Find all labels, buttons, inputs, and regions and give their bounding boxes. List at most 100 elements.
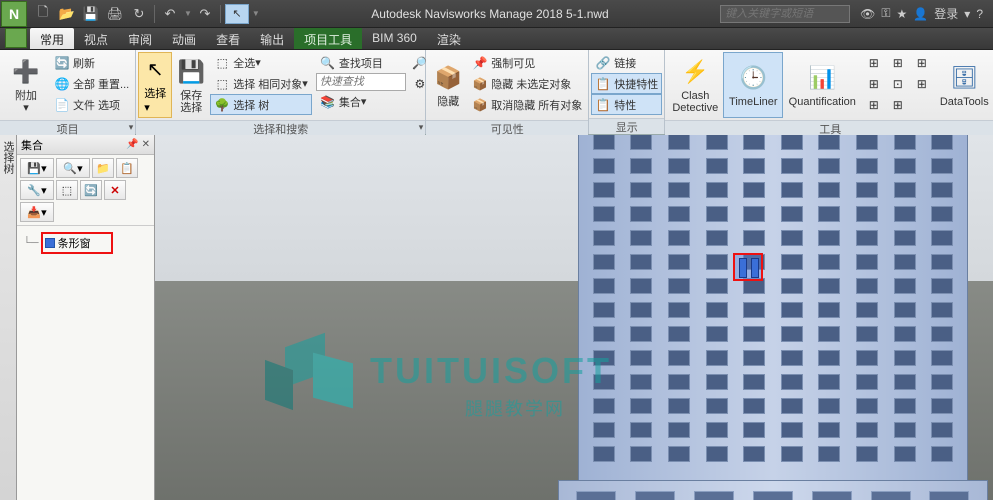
quick-properties-button[interactable]: 📋快捷特性 — [591, 73, 662, 94]
selection-tree-button[interactable]: 🌳选择 树 — [210, 94, 312, 115]
tool-g-button[interactable]: ⊞ — [863, 94, 887, 115]
sets-delete-button[interactable]: ✕ — [104, 180, 126, 200]
tab-animation[interactable]: 动画 — [162, 28, 206, 49]
select-same-button[interactable]: ⬚选择 相同对象 ▾ — [210, 73, 312, 94]
save-selection-button[interactable]: 💾 保存 选择 — [172, 52, 210, 118]
refresh-button[interactable]: 🔄刷新 — [50, 52, 133, 73]
file-options-button[interactable]: 📄文件 选项 — [50, 94, 133, 115]
qat-print-icon[interactable]: 🖨 — [104, 4, 126, 24]
titlebar: N 🗋 📂 💾 🖨 ↻ ↶▼ ↷ ↖▼ Autodesk Navisworks … — [0, 0, 993, 28]
tree-item-selection-set[interactable]: 条形窗 — [41, 232, 113, 254]
qat-new-icon[interactable]: 🗋 — [32, 4, 54, 24]
properties-button[interactable]: 📋特性 — [591, 94, 662, 115]
tab-render[interactable]: 渲染 — [427, 28, 471, 49]
binoculars-icon[interactable]: 👁 — [860, 7, 875, 21]
dropdown-icon[interactable]: ▼ — [252, 9, 260, 18]
panel-title-select: 选择和搜索▾ — [136, 120, 425, 136]
cursor-icon: ↖ — [139, 53, 171, 85]
key-icon[interactable]: ⚿ — [881, 6, 890, 21]
tab-viewpoint[interactable]: 视点 — [74, 28, 118, 49]
pin-icon[interactable]: 📌 — [126, 139, 138, 150]
building-model — [558, 135, 988, 500]
hide-icon: 📦 — [432, 62, 464, 94]
hide-un-icon: 📦 — [472, 76, 488, 92]
append-button[interactable]: ➕ 附加▾ — [2, 52, 50, 118]
select-cursor-button[interactable]: ↖ — [225, 4, 249, 24]
tool-c-button[interactable]: ⊞ — [911, 52, 935, 73]
expand-icon[interactable]: ▾ — [964, 7, 970, 21]
sets-panel-title: 集合 — [21, 137, 43, 153]
grid-a-icon: ⊞ — [867, 55, 880, 71]
tab-view[interactable]: 查看 — [206, 28, 250, 49]
require-visible-button[interactable]: 📌强制可见 — [468, 52, 586, 73]
sets-import-button[interactable]: 📥▾ — [20, 202, 54, 222]
help-search-input[interactable] — [720, 5, 850, 23]
quick-find-input[interactable] — [316, 73, 406, 91]
tool-b-button[interactable]: ⊞ — [887, 52, 911, 73]
qat-redo-icon[interactable]: ↷ — [194, 4, 216, 24]
datatools-button[interactable]: 🗄 DataTools — [935, 52, 993, 118]
reset-all-button[interactable]: 🌐全部 重置... — [50, 73, 133, 94]
panel-title-project: 项目▾ — [0, 120, 135, 136]
links-button[interactable]: 🔗链接 — [591, 52, 662, 73]
panel-select-search: ↖ 选择▾ 💾 保存 选择 ⬚全选 ▾ ⬚选择 相同对象 ▾ 🌳选择 树 🔍查找… — [136, 50, 426, 134]
qat-refresh-icon[interactable]: ↻ — [128, 4, 150, 24]
sets-panel-header[interactable]: 集合 📌 ✕ — [17, 135, 154, 155]
tab-common[interactable]: 常用 — [30, 28, 74, 49]
tab-output[interactable]: 输出 — [250, 28, 294, 49]
login-link[interactable]: 登录 — [934, 5, 958, 22]
viewport-3d[interactable]: TUITUISOFT 腿腿教学网 — [155, 135, 993, 500]
hide-button[interactable]: 📦 隐藏 — [428, 52, 468, 118]
app-menu-button[interactable] — [5, 28, 27, 48]
grid-b-icon: ⊞ — [891, 55, 904, 71]
sets-select-button[interactable]: ⬚ — [56, 180, 78, 200]
close-icon[interactable]: ✕ — [142, 139, 150, 150]
selection-tree-tab[interactable]: 选择树 — [0, 135, 17, 500]
expand-icon[interactable]: ▾ — [129, 122, 134, 133]
sets-copy-button[interactable]: 📋 — [116, 158, 138, 178]
help-icon[interactable]: ? — [976, 7, 983, 21]
expand-icon[interactable]: ▾ — [419, 122, 424, 133]
prop-icon: 📋 — [595, 97, 611, 113]
tool-a-button[interactable]: ⊞ — [863, 52, 887, 73]
selected-window-highlight[interactable] — [733, 253, 763, 281]
user-icon[interactable]: 👤 — [913, 7, 928, 21]
tool-e-button[interactable]: ⊡ — [887, 73, 911, 94]
append-icon: ➕ — [10, 56, 42, 88]
timeliner-button[interactable]: 🕒 TimeLiner — [723, 52, 783, 118]
grid-e-icon: ⊡ — [891, 76, 904, 92]
hide-unselected-button[interactable]: 📦隐藏 未选定对象 — [468, 73, 586, 94]
sets-save-button[interactable]: 💾▾ — [20, 158, 54, 178]
qat-undo-icon[interactable]: ↶ — [159, 4, 181, 24]
sets-refresh-button[interactable]: 🔄 — [80, 180, 102, 200]
reset-icon: 🌐 — [54, 76, 70, 92]
select-button[interactable]: ↖ 选择▾ — [138, 52, 172, 118]
sets-folder-button[interactable]: 📁 — [92, 158, 114, 178]
qat-open-icon[interactable]: 📂 — [56, 4, 78, 24]
tool-f-button[interactable]: ⊞ — [911, 73, 935, 94]
qat-save-icon[interactable]: 💾 — [80, 4, 102, 24]
sets-search-button[interactable]: 🔍▾ — [56, 158, 90, 178]
tab-bim360[interactable]: BIM 360 — [362, 28, 427, 49]
panel-tools: ⚡ Clash Detective 🕒 TimeLiner 📊 Quantifi… — [665, 50, 993, 134]
app-logo[interactable]: N — [1, 1, 27, 27]
star-icon[interactable]: ★ — [897, 7, 908, 21]
tab-project-tools[interactable]: 项目工具 — [294, 28, 362, 49]
dropdown-icon[interactable]: ▼ — [184, 9, 192, 18]
panel-visibility: 📦 隐藏 📌强制可见 📦隐藏 未选定对象 📦取消隐藏 所有对象 可见性 — [426, 50, 589, 134]
tab-review[interactable]: 审阅 — [118, 28, 162, 49]
tool-d-button[interactable]: ⊞ — [863, 73, 887, 94]
quantification-button[interactable]: 📊 Quantification — [783, 52, 861, 118]
clash-detective-button[interactable]: ⚡ Clash Detective — [667, 52, 723, 118]
select-all-button[interactable]: ⬚全选 ▾ — [210, 52, 312, 73]
select-same-icon: ⬚ — [214, 76, 230, 92]
panel-project: ➕ 附加▾ 🔄刷新 🌐全部 重置... 📄文件 选项 项目▾ — [0, 50, 136, 134]
sets-button[interactable]: 📚集合 ▾ — [316, 91, 406, 112]
unhide-all-button[interactable]: 📦取消隐藏 所有对象 — [468, 94, 586, 115]
sets-tree: └─ 条形窗 — [17, 226, 154, 500]
sets-opt-button[interactable]: 🔧▾ — [20, 180, 54, 200]
panel-title-display: 显示 — [589, 118, 664, 134]
find-items-button[interactable]: 🔍查找项目 — [316, 52, 406, 73]
selection-set-icon — [45, 238, 55, 248]
tool-h-button[interactable]: ⊞ — [887, 94, 911, 115]
